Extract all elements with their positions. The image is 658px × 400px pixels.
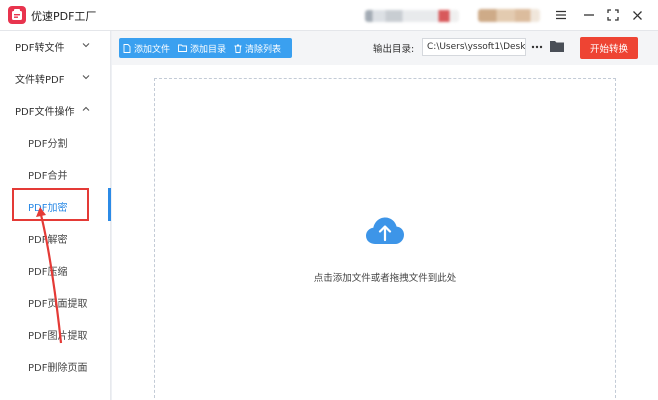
output-dir-label: 输出目录:	[373, 44, 415, 55]
sidebar-item-pdf-split[interactable]: PDF分割	[0, 131, 110, 153]
chevron-down-icon	[82, 43, 90, 48]
file-action-group: 添加文件 添加目录 清除列表	[119, 38, 292, 58]
toolbar: 添加文件 添加目录 清除列表 输出目录: C:\Users\yssoft1\De…	[112, 31, 658, 65]
minimize-icon[interactable]	[580, 6, 598, 24]
add-folder-button[interactable]: 添加目录	[174, 38, 230, 58]
title-bar: 优速PDF工厂	[0, 0, 658, 31]
folder-outline-icon	[178, 44, 187, 52]
file-drop-zone[interactable]: 点击添加文件或者拖拽文件到此处	[154, 78, 616, 400]
annotation-arrow-icon	[36, 207, 63, 344]
add-file-label: 添加文件	[134, 44, 171, 55]
close-icon[interactable]	[628, 6, 646, 24]
chevron-up-icon	[82, 106, 90, 111]
app-title: 优速PDF工厂	[31, 10, 97, 23]
sidebar-item-label: PDF分割	[28, 138, 68, 150]
drop-hint-text: 点击添加文件或者拖拽文件到此处	[313, 273, 457, 284]
folder-icon[interactable]	[549, 39, 565, 55]
start-convert-button[interactable]: 开始转换	[580, 37, 638, 59]
cloud-upload-icon	[366, 217, 404, 244]
sidebar-group-file-to-pdf[interactable]: 文件转PDF	[0, 67, 110, 89]
sidebar-group-pdf-operations[interactable]: PDF文件操作	[0, 99, 110, 121]
blurred-user-name[interactable]	[478, 9, 540, 22]
clear-list-button[interactable]: 清除列表	[230, 38, 285, 58]
sidebar-item-pdf-merge[interactable]: PDF合并	[0, 163, 110, 185]
more-options-icon[interactable]	[530, 40, 544, 54]
output-dir-field[interactable]: C:\Users\yssoft1\Deskt	[422, 38, 526, 56]
add-folder-label: 添加目录	[190, 44, 227, 55]
blurred-account-info[interactable]	[365, 10, 459, 22]
chevron-down-icon	[82, 75, 90, 80]
main-content: 点击添加文件或者拖拽文件到此处	[112, 65, 658, 400]
sidebar-group-label: PDF文件操作	[15, 106, 75, 118]
trash-icon	[234, 44, 242, 53]
add-file-button[interactable]: 添加文件	[119, 38, 174, 58]
file-icon	[123, 43, 131, 53]
app-logo-icon	[8, 6, 26, 24]
maximize-icon[interactable]	[604, 6, 622, 24]
active-indicator	[108, 188, 111, 221]
sidebar-group-label: PDF转文件	[15, 42, 65, 54]
sidebar-item-label: PDF删除页面	[28, 362, 88, 374]
clear-list-label: 清除列表	[245, 44, 282, 55]
hamburger-menu-icon[interactable]	[552, 6, 570, 24]
sidebar-group-pdf-to-file[interactable]: PDF转文件	[0, 35, 110, 57]
sidebar-item-label: PDF合并	[28, 170, 68, 182]
sidebar-group-label: 文件转PDF	[15, 74, 65, 86]
sidebar-item-pdf-delete-page[interactable]: PDF删除页面	[0, 355, 110, 377]
